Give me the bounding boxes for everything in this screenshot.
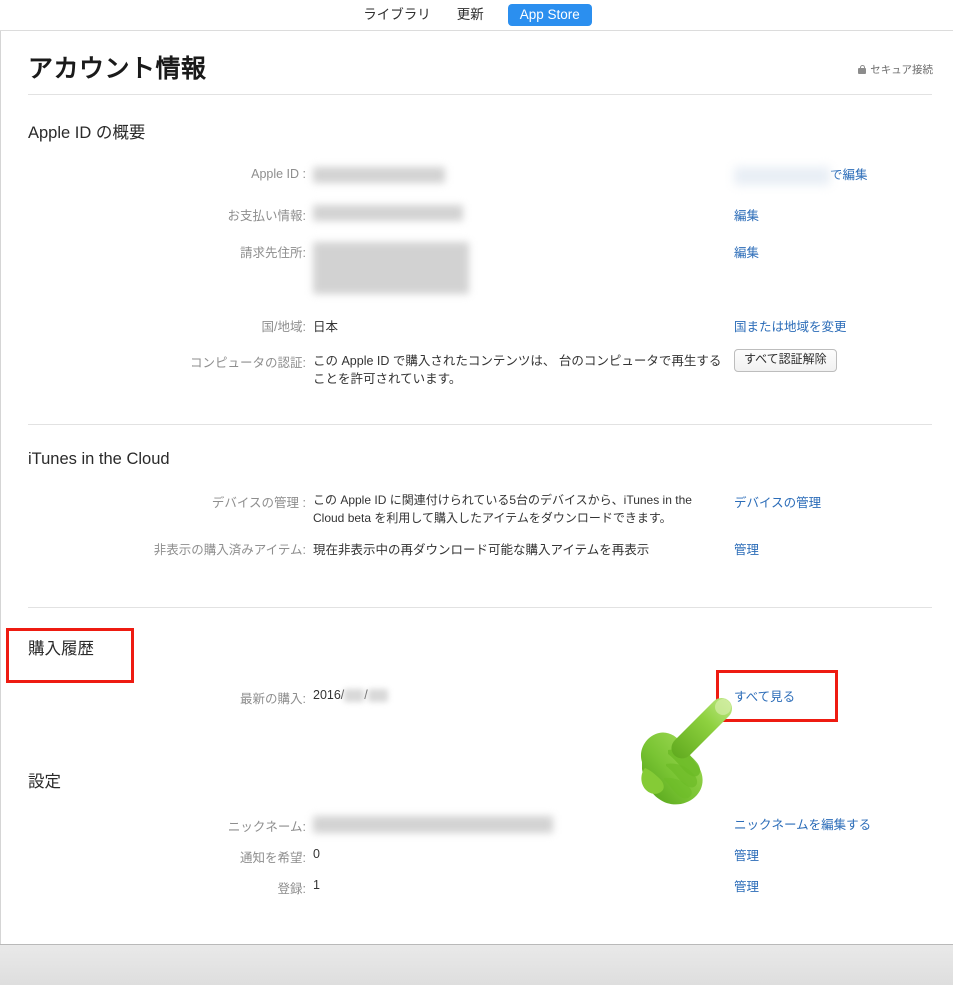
page-title: アカウント情報	[28, 55, 207, 83]
row-billing-address: 請求先住所: 編集	[1, 242, 953, 294]
section-title-purchase-history: 購入履歴	[28, 640, 94, 659]
see-all-purchases-link[interactable]: すべて見る	[734, 690, 795, 704]
section-title-apple-id: Apple ID の概要	[28, 124, 146, 142]
secure-connection-label: セキュア接続	[870, 64, 933, 76]
row-value-payment-info	[313, 205, 743, 221]
redacted-payment-info-value	[313, 205, 463, 221]
row-hidden-purchases: 非表示の購入済みアイテム: 現在非表示中の再ダウンロード可能な購入アイテムを再表…	[1, 539, 953, 561]
row-label-nickname: ニックネーム:	[227, 820, 306, 835]
redacted-nickname-value	[313, 816, 553, 834]
row-action-hidden-purchases: 管理	[734, 539, 759, 558]
lock-icon	[858, 64, 867, 75]
row-nickname: ニックネーム: ニックネームを編集する	[1, 816, 953, 838]
row-value-manage-devices: この Apple ID に関連付けられている5台のデバイスから、iTunes i…	[313, 493, 692, 525]
row-value-latest-purchase: 2016//	[313, 688, 743, 703]
row-computer-authorization: コンピュータの認証: この Apple ID で購入されたコンテンツは、 台のコ…	[1, 349, 953, 388]
section-title-itunes-cloud: iTunes in the Cloud	[28, 450, 170, 469]
row-manage-devices: デバイスの管理 : この Apple ID に関連付けられている5台のデバイスか…	[1, 492, 953, 527]
row-value-country-region: 日本	[313, 320, 339, 334]
row-value-notifications: 0	[313, 847, 320, 862]
deauthorize-all-button[interactable]: すべて認証解除	[734, 349, 837, 372]
row-label-billing-address: 請求先住所:	[240, 246, 306, 260]
row-action-computer-authorization: すべて認証解除	[734, 349, 837, 372]
edit-apple-id-link[interactable]: で編集	[830, 168, 868, 182]
row-label-subscriptions: 登録:	[277, 882, 306, 897]
manage-devices-link[interactable]: デバイスの管理	[734, 496, 821, 510]
row-value-computer-authorization: この Apple ID で購入されたコンテンツは、 台のコンピュータで再生するこ…	[313, 354, 722, 387]
nav-item-app-store[interactable]: App Store	[507, 3, 592, 27]
edit-nickname-link[interactable]: ニックネームを編集する	[734, 818, 871, 832]
section-itunes-in-the-cloud: iTunes in the Cloud デバイスの管理 : この Apple I…	[1, 425, 953, 561]
row-label-notifications: 通知を希望:	[240, 851, 306, 866]
edit-billing-address-link[interactable]: 編集	[734, 246, 759, 260]
redacted-billing-address-value	[313, 242, 469, 294]
manage-notifications-link[interactable]: 管理	[734, 849, 759, 863]
section-apple-id-overview: Apple ID の概要 Apple ID : で編集 お支払い情報: 編集 請…	[1, 95, 953, 388]
row-apple-id: Apple ID : で編集	[1, 164, 953, 189]
redacted-edit-prefix	[734, 166, 830, 185]
row-latest-purchase: 最新の購入: 2016// すべて見る	[1, 688, 953, 710]
manage-subscriptions-link[interactable]: 管理	[734, 880, 759, 894]
window-footer-bar	[0, 944, 953, 985]
row-action-latest-purchase: すべて見る	[734, 686, 795, 705]
account-information-page: アカウント情報 セキュア接続 Apple ID の概要 Apple ID : で…	[0, 31, 953, 978]
manage-hidden-purchases-link[interactable]: 管理	[734, 543, 759, 557]
row-payment-info: お支払い情報: 編集	[1, 205, 953, 227]
row-value-apple-id	[313, 167, 743, 183]
row-label-computer-authorization: コンピュータの認証:	[190, 356, 306, 370]
row-value-nickname	[313, 816, 743, 834]
secure-connection-indicator: セキュア接続	[858, 62, 933, 77]
section-title-settings: 設定	[28, 773, 61, 792]
row-label-apple-id: Apple ID :	[251, 167, 306, 181]
redacted-apple-id-value	[313, 167, 445, 183]
row-action-apple-id: で編集	[734, 164, 868, 185]
row-label-payment-info: お支払い情報:	[227, 209, 306, 223]
change-country-region-link[interactable]: 国または地域を変更	[734, 320, 847, 334]
row-action-country-region: 国または地域を変更	[734, 316, 847, 335]
latest-purchase-year: 2016/	[313, 688, 345, 703]
redacted-purchase-month	[344, 689, 365, 703]
row-value-billing-address	[313, 242, 743, 294]
page-header: アカウント情報 セキュア接続	[1, 31, 953, 94]
row-action-manage-devices: デバイスの管理	[734, 492, 821, 511]
row-value-subscriptions: 1	[313, 878, 320, 893]
section-purchase-history: 購入履歴 最新の購入: 2016// すべて見る	[1, 608, 953, 710]
row-action-subscriptions: 管理	[734, 876, 759, 895]
row-value-hidden-purchases: 現在非表示中の再ダウンロード可能な購入アイテムを再表示	[313, 543, 650, 558]
row-label-hidden-purchases: 非表示の購入済みアイテム:	[153, 543, 306, 558]
row-label-latest-purchase: 最新の購入:	[240, 692, 306, 707]
nav-item-updates[interactable]: 更新	[455, 6, 486, 24]
top-navigation-bar: ライブラリ 更新 App Store	[0, 0, 953, 31]
row-subscriptions: 登録: 1 管理	[1, 878, 953, 900]
row-action-payment-info: 編集	[734, 205, 759, 224]
row-action-notifications: 管理	[734, 845, 759, 864]
row-action-billing-address: 編集	[734, 242, 759, 261]
row-label-manage-devices: デバイスの管理 :	[211, 496, 306, 511]
nav-item-library[interactable]: ライブラリ	[361, 6, 433, 24]
row-country-region: 国/地域: 日本 国または地域を変更	[1, 316, 953, 338]
row-label-country-region: 国/地域:	[261, 320, 306, 334]
row-notifications: 通知を希望: 0 管理	[1, 847, 953, 869]
section-settings: 設定 ニックネーム: ニックネームを編集する 通知を希望: 0 管理 登録: 1…	[1, 710, 953, 900]
edit-payment-info-link[interactable]: 編集	[734, 209, 759, 223]
row-action-nickname: ニックネームを編集する	[734, 814, 871, 833]
redacted-purchase-day	[367, 689, 388, 703]
